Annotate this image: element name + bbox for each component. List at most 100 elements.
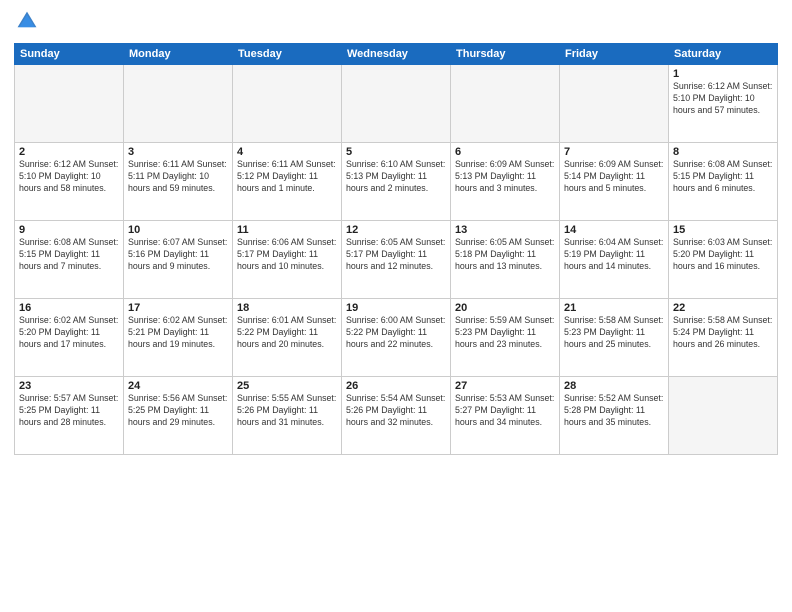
calendar-week-4: 23Sunrise: 5:57 AM Sunset: 5:25 PM Dayli… [15,377,778,455]
day-info: Sunrise: 6:12 AM Sunset: 5:10 PM Dayligh… [19,159,119,195]
calendar-cell: 1Sunrise: 6:12 AM Sunset: 5:10 PM Daylig… [669,65,778,143]
day-number: 23 [19,380,119,392]
calendar-cell: 19Sunrise: 6:00 AM Sunset: 5:22 PM Dayli… [342,299,451,377]
day-number: 12 [346,224,446,236]
day-info: Sunrise: 6:05 AM Sunset: 5:17 PM Dayligh… [346,237,446,273]
day-info: Sunrise: 6:02 AM Sunset: 5:20 PM Dayligh… [19,315,119,351]
day-info: Sunrise: 5:58 AM Sunset: 5:24 PM Dayligh… [673,315,773,351]
calendar-week-3: 16Sunrise: 6:02 AM Sunset: 5:20 PM Dayli… [15,299,778,377]
day-info: Sunrise: 5:59 AM Sunset: 5:23 PM Dayligh… [455,315,555,351]
calendar-cell: 26Sunrise: 5:54 AM Sunset: 5:26 PM Dayli… [342,377,451,455]
calendar-header-row: SundayMondayTuesdayWednesdayThursdayFrid… [15,44,778,65]
day-info: Sunrise: 6:07 AM Sunset: 5:16 PM Dayligh… [128,237,228,273]
calendar-cell: 20Sunrise: 5:59 AM Sunset: 5:23 PM Dayli… [451,299,560,377]
day-info: Sunrise: 6:08 AM Sunset: 5:15 PM Dayligh… [673,159,773,195]
day-info: Sunrise: 5:58 AM Sunset: 5:23 PM Dayligh… [564,315,664,351]
calendar-week-2: 9Sunrise: 6:08 AM Sunset: 5:15 PM Daylig… [15,221,778,299]
calendar-header-sunday: Sunday [15,44,124,65]
day-info: Sunrise: 6:02 AM Sunset: 5:21 PM Dayligh… [128,315,228,351]
page: SundayMondayTuesdayWednesdayThursdayFrid… [0,0,792,612]
day-info: Sunrise: 5:52 AM Sunset: 5:28 PM Dayligh… [564,393,664,429]
day-number: 24 [128,380,228,392]
day-info: Sunrise: 6:00 AM Sunset: 5:22 PM Dayligh… [346,315,446,351]
calendar-cell: 5Sunrise: 6:10 AM Sunset: 5:13 PM Daylig… [342,143,451,221]
day-number: 7 [564,146,664,158]
calendar-cell: 9Sunrise: 6:08 AM Sunset: 5:15 PM Daylig… [15,221,124,299]
calendar-table: SundayMondayTuesdayWednesdayThursdayFrid… [14,43,778,455]
day-info: Sunrise: 5:54 AM Sunset: 5:26 PM Dayligh… [346,393,446,429]
day-number: 28 [564,380,664,392]
day-number: 1 [673,68,773,80]
day-info: Sunrise: 5:56 AM Sunset: 5:25 PM Dayligh… [128,393,228,429]
calendar-cell: 3Sunrise: 6:11 AM Sunset: 5:11 PM Daylig… [124,143,233,221]
calendar-cell [669,377,778,455]
calendar-header-friday: Friday [560,44,669,65]
day-info: Sunrise: 5:57 AM Sunset: 5:25 PM Dayligh… [19,393,119,429]
calendar-header-monday: Monday [124,44,233,65]
day-number: 26 [346,380,446,392]
calendar-cell: 4Sunrise: 6:11 AM Sunset: 5:12 PM Daylig… [233,143,342,221]
day-info: Sunrise: 6:06 AM Sunset: 5:17 PM Dayligh… [237,237,337,273]
calendar-cell [233,65,342,143]
calendar-cell: 12Sunrise: 6:05 AM Sunset: 5:17 PM Dayli… [342,221,451,299]
day-info: Sunrise: 6:11 AM Sunset: 5:12 PM Dayligh… [237,159,337,195]
day-number: 4 [237,146,337,158]
calendar-cell: 17Sunrise: 6:02 AM Sunset: 5:21 PM Dayli… [124,299,233,377]
calendar-cell: 10Sunrise: 6:07 AM Sunset: 5:16 PM Dayli… [124,221,233,299]
day-number: 25 [237,380,337,392]
day-number: 13 [455,224,555,236]
day-info: Sunrise: 6:09 AM Sunset: 5:13 PM Dayligh… [455,159,555,195]
calendar-cell: 13Sunrise: 6:05 AM Sunset: 5:18 PM Dayli… [451,221,560,299]
day-number: 6 [455,146,555,158]
logo-icon [16,10,38,32]
day-number: 11 [237,224,337,236]
day-number: 18 [237,302,337,314]
calendar-cell: 28Sunrise: 5:52 AM Sunset: 5:28 PM Dayli… [560,377,669,455]
day-number: 17 [128,302,228,314]
calendar-cell: 16Sunrise: 6:02 AM Sunset: 5:20 PM Dayli… [15,299,124,377]
day-info: Sunrise: 5:53 AM Sunset: 5:27 PM Dayligh… [455,393,555,429]
day-number: 9 [19,224,119,236]
calendar-week-1: 2Sunrise: 6:12 AM Sunset: 5:10 PM Daylig… [15,143,778,221]
calendar-header-wednesday: Wednesday [342,44,451,65]
day-number: 2 [19,146,119,158]
day-number: 15 [673,224,773,236]
day-number: 16 [19,302,119,314]
calendar-cell: 14Sunrise: 6:04 AM Sunset: 5:19 PM Dayli… [560,221,669,299]
calendar-header-saturday: Saturday [669,44,778,65]
day-number: 20 [455,302,555,314]
calendar-header-tuesday: Tuesday [233,44,342,65]
calendar-cell: 2Sunrise: 6:12 AM Sunset: 5:10 PM Daylig… [15,143,124,221]
day-info: Sunrise: 6:03 AM Sunset: 5:20 PM Dayligh… [673,237,773,273]
day-number: 10 [128,224,228,236]
calendar-cell [15,65,124,143]
calendar-cell: 21Sunrise: 5:58 AM Sunset: 5:23 PM Dayli… [560,299,669,377]
day-info: Sunrise: 6:04 AM Sunset: 5:19 PM Dayligh… [564,237,664,273]
day-info: Sunrise: 6:08 AM Sunset: 5:15 PM Dayligh… [19,237,119,273]
calendar-cell: 27Sunrise: 5:53 AM Sunset: 5:27 PM Dayli… [451,377,560,455]
day-number: 8 [673,146,773,158]
calendar-cell: 8Sunrise: 6:08 AM Sunset: 5:15 PM Daylig… [669,143,778,221]
calendar-header-thursday: Thursday [451,44,560,65]
calendar-cell: 7Sunrise: 6:09 AM Sunset: 5:14 PM Daylig… [560,143,669,221]
calendar-week-0: 1Sunrise: 6:12 AM Sunset: 5:10 PM Daylig… [15,65,778,143]
day-info: Sunrise: 6:09 AM Sunset: 5:14 PM Dayligh… [564,159,664,195]
calendar-cell: 25Sunrise: 5:55 AM Sunset: 5:26 PM Dayli… [233,377,342,455]
calendar-cell [560,65,669,143]
logo [14,10,38,37]
day-info: Sunrise: 6:10 AM Sunset: 5:13 PM Dayligh… [346,159,446,195]
calendar-cell [451,65,560,143]
calendar-cell: 24Sunrise: 5:56 AM Sunset: 5:25 PM Dayli… [124,377,233,455]
calendar-cell: 6Sunrise: 6:09 AM Sunset: 5:13 PM Daylig… [451,143,560,221]
calendar-cell: 11Sunrise: 6:06 AM Sunset: 5:17 PM Dayli… [233,221,342,299]
header [14,10,778,37]
calendar-cell: 22Sunrise: 5:58 AM Sunset: 5:24 PM Dayli… [669,299,778,377]
day-number: 5 [346,146,446,158]
day-info: Sunrise: 6:11 AM Sunset: 5:11 PM Dayligh… [128,159,228,195]
day-info: Sunrise: 6:01 AM Sunset: 5:22 PM Dayligh… [237,315,337,351]
day-number: 21 [564,302,664,314]
day-info: Sunrise: 5:55 AM Sunset: 5:26 PM Dayligh… [237,393,337,429]
calendar-cell: 15Sunrise: 6:03 AM Sunset: 5:20 PM Dayli… [669,221,778,299]
day-number: 3 [128,146,228,158]
day-info: Sunrise: 6:12 AM Sunset: 5:10 PM Dayligh… [673,81,773,117]
